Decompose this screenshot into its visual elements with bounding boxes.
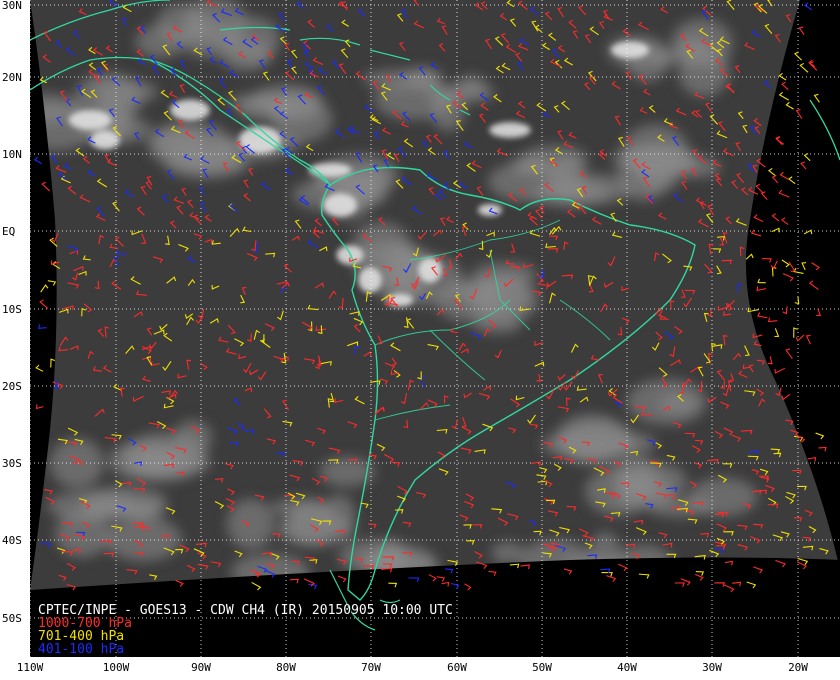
lon-label-50w: 50W (532, 661, 552, 674)
map-frame: 30N 20N 10N EQ 10S 20S 30S 40S 50S 110W … (0, 0, 840, 680)
lon-label-80w: 80W (276, 661, 296, 674)
lat-label-20s: 20S (2, 380, 22, 393)
lon-label-90w: 90W (191, 661, 211, 674)
lon-label-40w: 40W (617, 661, 637, 674)
lat-label-50s: 50S (2, 612, 22, 625)
lon-label-60w: 60W (447, 661, 467, 674)
lon-label-110w: 110W (16, 661, 44, 674)
lon-label-30w: 30W (702, 661, 722, 674)
lat-label-40s: 40S (2, 534, 22, 547)
lat-label-10n: 10N (2, 148, 22, 161)
lat-label-10s: 10S (2, 303, 22, 316)
legend-high-level: 401-100 hPa (38, 642, 125, 657)
satellite-map[interactable] (30, 0, 840, 657)
lon-label-20w: 20W (788, 661, 808, 674)
lon-label-70w: 70W (361, 661, 381, 674)
satellite-image (30, 0, 840, 657)
lat-label-eq: EQ (2, 225, 16, 238)
lat-label-20n: 20N (2, 71, 22, 84)
lat-label-30n: 30N (2, 0, 22, 12)
lon-label-100w: 100W (102, 661, 130, 674)
lat-label-30s: 30S (2, 457, 22, 470)
